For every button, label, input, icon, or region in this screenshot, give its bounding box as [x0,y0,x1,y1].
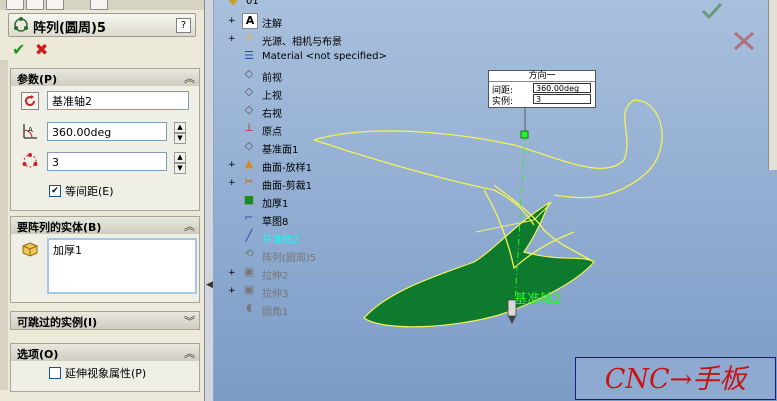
part-icon: ◆ [228,0,238,7]
params-section-header[interactable]: 参数(P) ︽ [10,68,200,87]
svg-text:A: A [28,126,33,134]
circular-pattern-icon: ⟲ [244,247,254,260]
help-button[interactable]: ? [176,18,191,33]
plane-icon: ◇ [244,103,254,116]
list-item[interactable]: 加厚1 [53,242,191,258]
propagate-visual-properties-label: 延伸视象属性(P) [65,367,147,380]
graphics-viewport[interactable]: ◆ 01 + A 注解 + ☼ 光源、相机与布景 ☰ Material <not spec… [214,0,777,401]
watermark: CNC→手板 [575,357,776,400]
origin-icon: ⊥ [244,121,254,134]
property-manager-titlebar: 阵列(圆周)5 ? [8,13,196,37]
property-manager-tab[interactable] [26,0,44,10]
options-section-label: 选项(O) [17,348,59,361]
reverse-direction-icon[interactable] [21,92,39,110]
sketch-icon: ⌐ [244,211,254,224]
axis-icon: ╱ [245,229,253,242]
confirm-cancel-icon[interactable] [732,30,756,52]
propagate-visual-properties-checkbox[interactable] [49,367,61,379]
bodies-section-label: 要阵列的实体(B) [17,221,102,234]
left-toolbar-strip [0,60,8,390]
skip-instances-section-header[interactable]: 可跳过的实例(I) ︾ [10,311,200,330]
surface-trim-icon: ✂ [244,175,254,188]
bodies-section-body: 加厚1 [10,234,200,303]
angle-field[interactable]: 360.00deg [47,122,167,141]
options-section-header[interactable]: 选项(O) ︽ [10,343,200,362]
collapse-icon[interactable]: ︽ [184,70,195,86]
circular-pattern-icon [14,17,28,32]
property-manager-panel: 阵列(圆周)5 ? ✔ ✖ 参数(P) ︽ 基准轴2 A 360.00deg ▲… [0,0,205,401]
ok-button[interactable]: ✔ [12,40,25,59]
plane-icon: ◇ [244,67,254,80]
callout-instances-label: 实例: [492,97,514,107]
surface-loft-icon: ▲ [244,157,254,170]
annotations-icon: A [242,13,258,29]
fillet-icon: ◖ [246,301,252,314]
expand-icon[interactable]: ︾ [184,313,195,329]
confirm-check-icon[interactable] [701,2,723,20]
angle-icon: A [23,124,37,139]
bodies-section-header[interactable]: 要阵列的实体(B) ︽ [10,216,200,235]
instance-count-icon [22,153,38,168]
options-section-body: 延伸视象属性(P) [10,361,200,392]
params-section-label: 参数(P) [17,73,58,86]
task-pane-tabs [768,0,777,170]
extrude-icon: ▣ [243,265,255,278]
collapse-panel-arrow-icon[interactable]: ◀ [206,280,213,290]
thicken-icon: ■ [243,193,255,206]
pattern-axis-field[interactable]: 基准轴2 [47,91,189,110]
ok-cancel-row: ✔ ✖ [12,40,54,60]
lights-cameras-icon: ☼ [244,31,254,44]
panel-splitter[interactable] [205,0,214,401]
callout-spacing-field[interactable]: 360.00deg [533,83,591,93]
angle-stepper[interactable]: ▲ ▼ [174,122,186,144]
extrude-icon: ▣ [243,283,255,296]
configuration-manager-tab[interactable] [46,0,64,10]
plane-icon: ◇ [244,85,254,98]
cancel-button[interactable]: ✖ [35,40,48,59]
equal-spacing-checkbox[interactable]: ✔ [49,185,61,197]
material-icon: ☰ [244,49,254,62]
params-section-body: 基准轴2 A 360.00deg ▲ ▼ 3 ▲ ▼ ✔ 等间距(E) [10,86,200,211]
page-title: 阵列(圆周)5 [33,21,106,36]
instance-count-field[interactable]: 3 [47,152,167,171]
dimxpert-tab[interactable] [90,0,108,10]
solid-body-icon [22,242,38,257]
callout-header: 方向一 [489,71,595,82]
bodies-to-pattern-list[interactable]: 加厚1 [47,238,197,294]
axis-label: 基准轴2 [514,292,562,307]
callout-instances-field[interactable]: 3 [533,94,591,104]
collapse-icon[interactable]: ︽ [184,218,195,234]
instance-count-stepper[interactable]: ▲ ▼ [174,152,186,174]
collapse-icon[interactable]: ︽ [184,345,195,361]
manager-tab-strip [0,0,204,10]
equal-spacing-label: 等间距(E) [65,185,114,198]
feature-manager-tab[interactable] [6,0,24,10]
skip-instances-section-label: 可跳过的实例(I) [17,316,98,329]
direction-callout: 方向一 间距: 360.00deg 实例: 3 [488,70,596,108]
plane-icon: ◇ [244,139,254,152]
